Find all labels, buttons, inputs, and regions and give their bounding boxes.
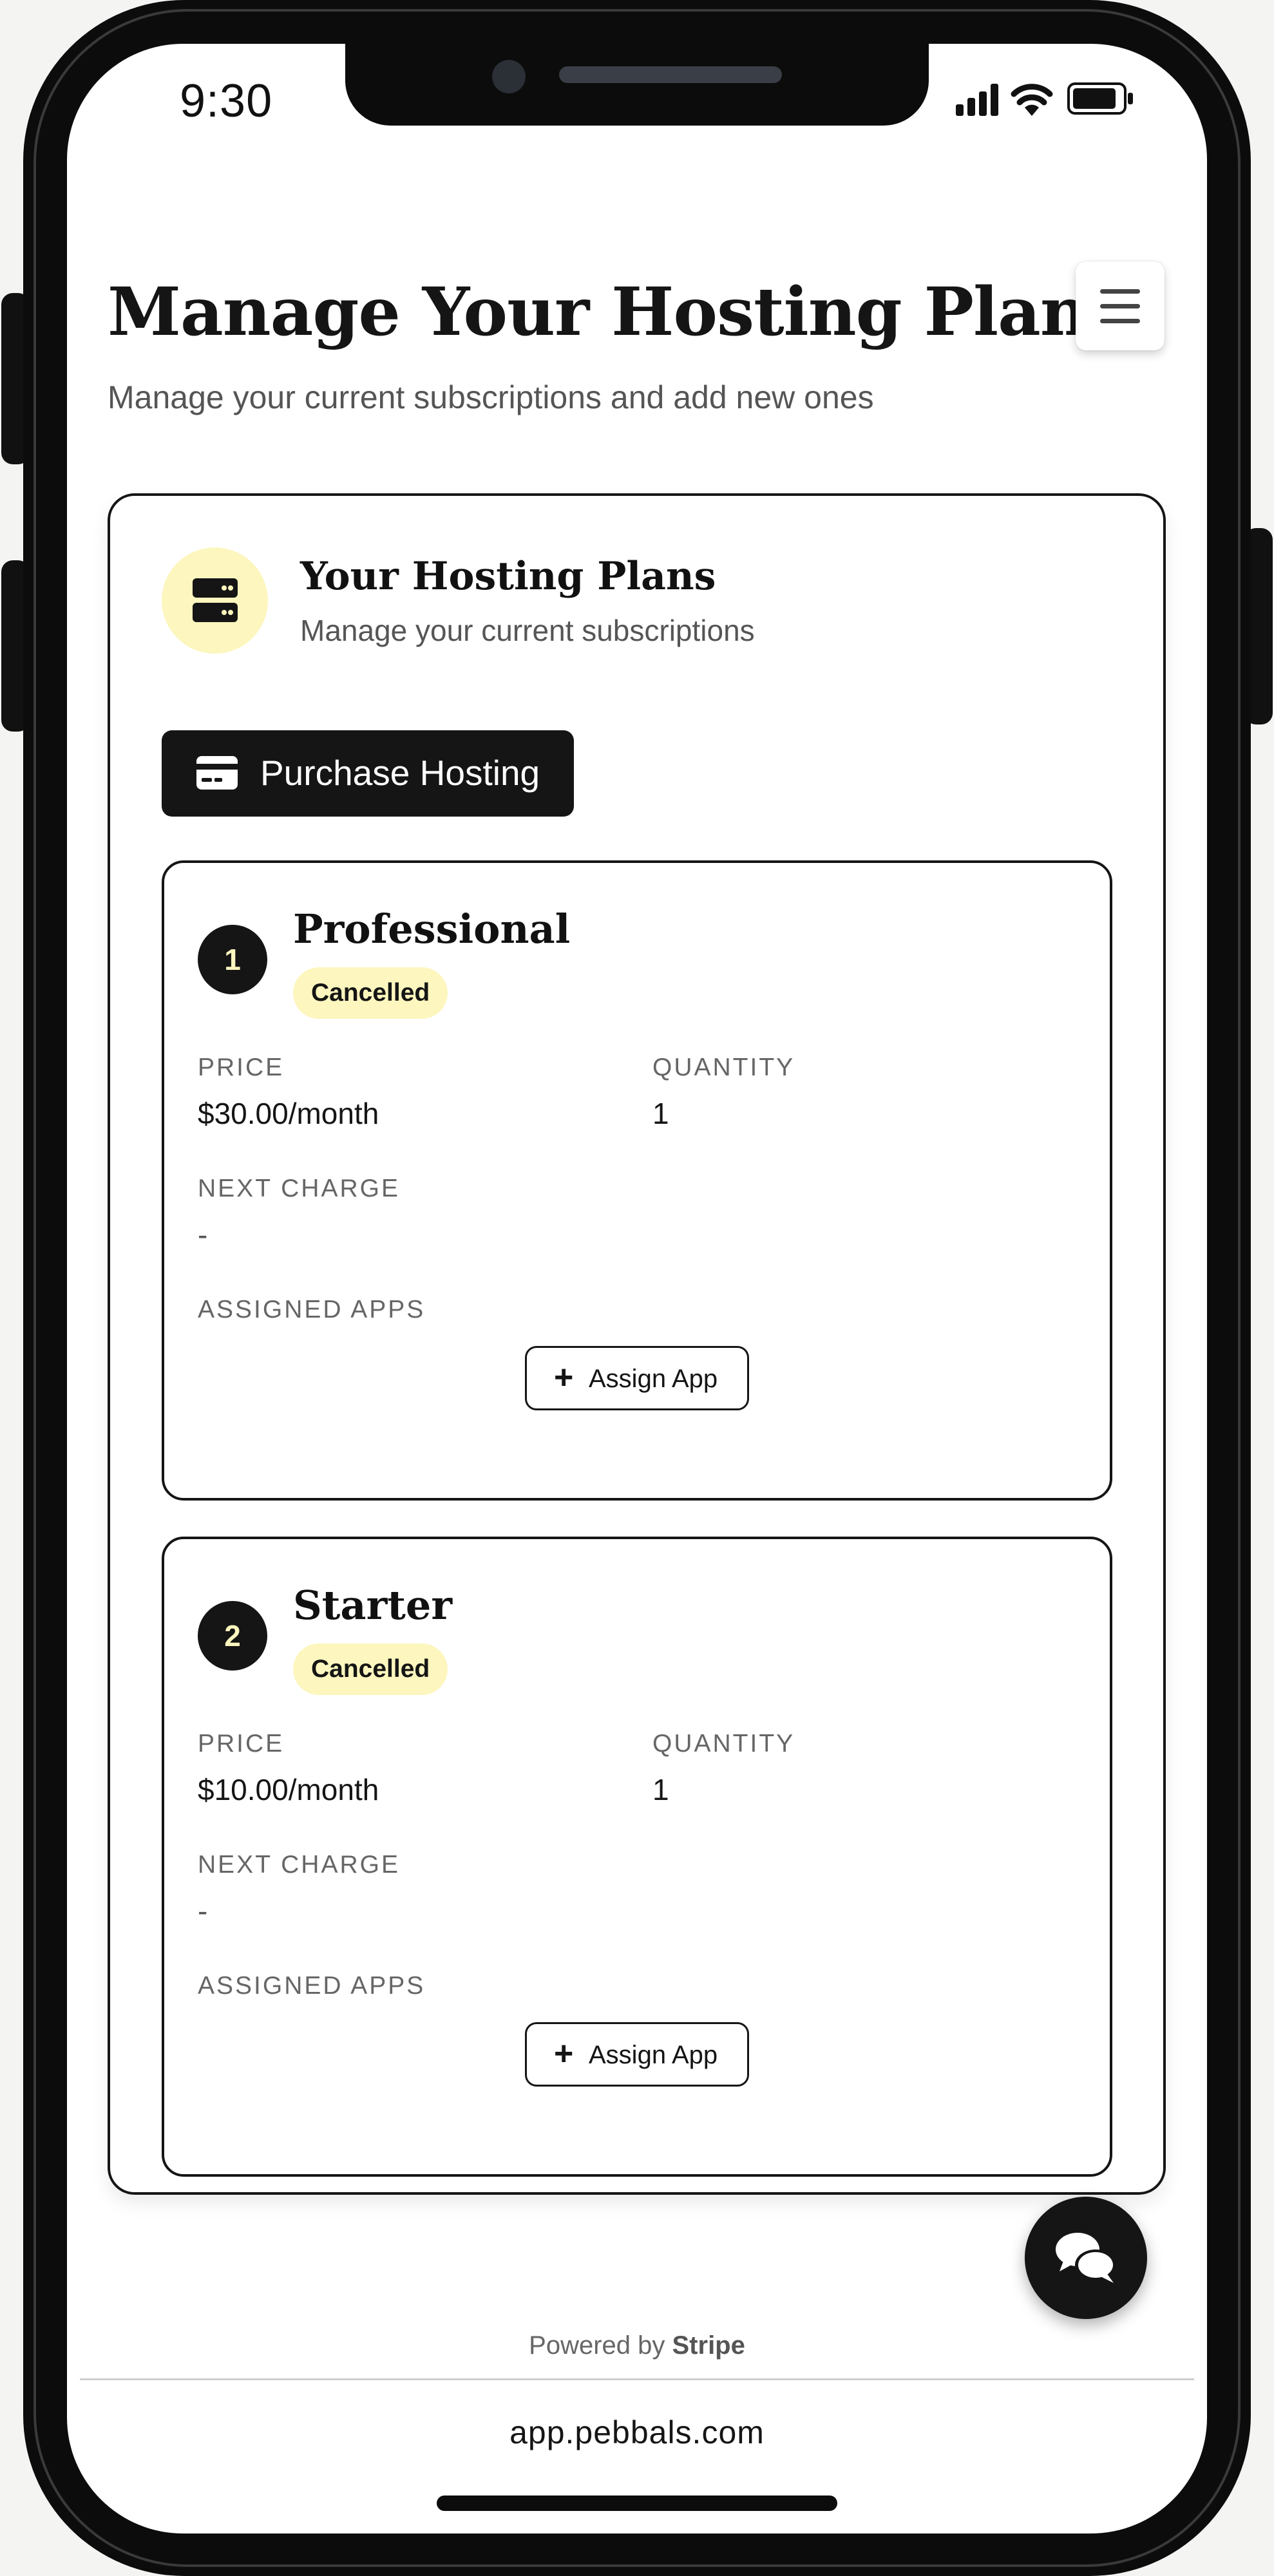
assign-app-label: Assign App <box>589 1365 718 1393</box>
assigned-apps-label: ASSIGNED APPS <box>198 1296 426 1323</box>
subscription-card: 2 Starter Cancelled PRICE $10.00/month Q… <box>162 1537 1112 2177</box>
plan-number-badge: 2 <box>198 1601 267 1671</box>
page-subtitle: Manage your current subscriptions and ad… <box>108 379 874 415</box>
quantity-value: 1 <box>652 1773 669 1806</box>
hamburger-menu-icon <box>1100 289 1140 294</box>
purchase-hosting-label: Purchase Hosting <box>260 753 540 793</box>
quantity-value: 1 <box>652 1097 669 1130</box>
powered-by: Powered by Stripe <box>67 2331 1207 2360</box>
powered-by-prefix: Powered by <box>529 2331 665 2360</box>
subscription-card: 1 Professional Cancelled PRICE $30.00/mo… <box>162 860 1112 1501</box>
plus-icon: + <box>554 2035 574 2072</box>
quantity-label: QUANTITY <box>652 1054 795 1081</box>
assign-app-label: Assign App <box>589 2041 718 2069</box>
plans-icon-circle <box>162 547 268 654</box>
menu-button[interactable] <box>1076 261 1165 350</box>
battery-icon <box>1067 82 1133 115</box>
plan-name: Professional <box>293 905 571 952</box>
notch <box>345 44 929 126</box>
status-badge: Cancelled <box>293 967 448 1019</box>
plan-number-badge: 1 <box>198 925 267 994</box>
price-label: PRICE <box>198 1730 285 1757</box>
quantity-label: QUANTITY <box>652 1730 795 1757</box>
chat-button[interactable] <box>1025 2197 1147 2319</box>
next-charge-value: - <box>198 1218 208 1251</box>
next-charge-value: - <box>198 1894 208 1927</box>
powered-by-brand[interactable]: Stripe <box>672 2331 745 2360</box>
signal-icon <box>956 84 998 116</box>
wifi-icon <box>1011 84 1053 116</box>
page-title: Manage Your Hosting Plans <box>108 273 1125 351</box>
price-value: $10.00/month <box>198 1773 379 1806</box>
status-time: 9:30 <box>180 75 273 127</box>
price-label: PRICE <box>198 1054 285 1081</box>
status-badge: Cancelled <box>293 1643 448 1695</box>
chat-bubbles-icon <box>1056 2233 1116 2283</box>
phone-screen: 9:30 Manage Your Hosting Plans Manage yo… <box>67 44 1207 2533</box>
plan-name: Starter <box>293 1582 453 1629</box>
url-bar-divider <box>80 2378 1194 2380</box>
assigned-apps-label: ASSIGNED APPS <box>198 1972 426 2000</box>
plans-subtitle: Manage your current subscriptions <box>300 614 755 647</box>
hosting-plans-card: Your Hosting Plans Manage your current s… <box>108 493 1166 2195</box>
speaker <box>559 66 782 83</box>
home-indicator[interactable] <box>437 2496 837 2511</box>
plans-title: Your Hosting Plans <box>300 554 716 599</box>
camera <box>492 60 526 93</box>
price-value: $30.00/month <box>198 1097 379 1130</box>
purchase-hosting-button[interactable]: Purchase Hosting <box>162 730 574 817</box>
next-charge-label: NEXT CHARGE <box>198 1851 400 1879</box>
assign-app-button[interactable]: + Assign App <box>525 2022 749 2087</box>
next-charge-label: NEXT CHARGE <box>198 1175 400 1202</box>
plus-icon: + <box>554 1359 574 1396</box>
server-icon <box>193 578 238 622</box>
credit-card-icon <box>196 756 238 790</box>
url-bar[interactable]: app.pebbals.com <box>67 2414 1207 2451</box>
assign-app-button[interactable]: + Assign App <box>525 1346 749 1410</box>
